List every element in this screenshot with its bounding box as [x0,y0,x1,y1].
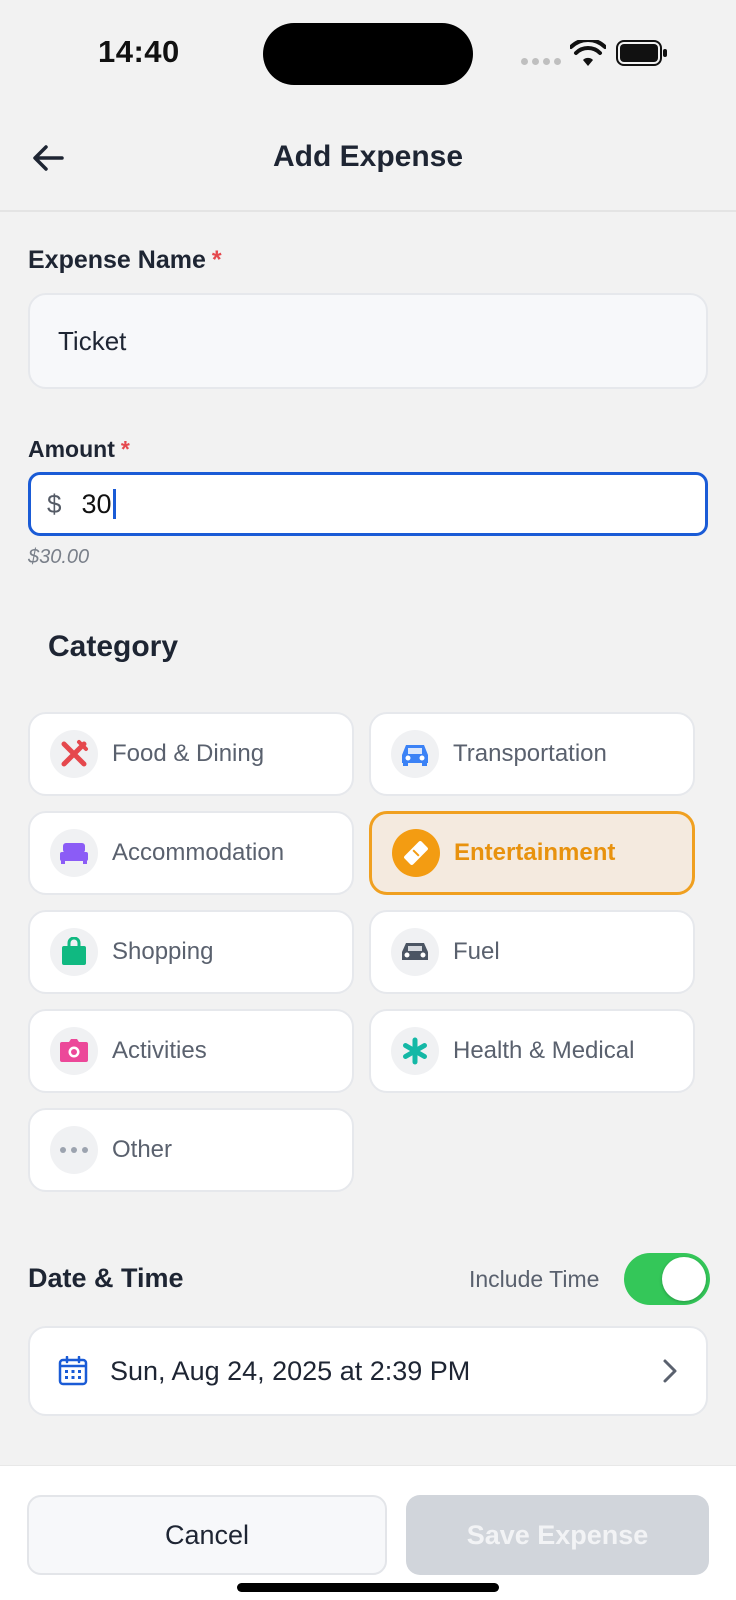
car-fuel-icon [391,928,439,976]
home-indicator [237,1583,499,1592]
nav-header: Add Expense [0,110,736,212]
dynamic-island [263,23,473,85]
category-label: Transportation [453,740,607,767]
category-accommodation[interactable]: Accommodation [28,811,354,895]
category-shopping[interactable]: Shopping [28,910,354,994]
status-time: 14:40 [98,34,180,69]
expense-name-value: Ticket [58,325,127,356]
utensils-icon [50,730,98,778]
chevron-right-icon [663,1359,677,1383]
category-title: Category [48,630,179,663]
include-time-label: Include Time [469,1266,600,1292]
category-activities[interactable]: Activities [28,1009,354,1093]
category-transportation[interactable]: Transportation [369,712,695,796]
shopping-bag-icon [50,928,98,976]
wifi-icon [570,40,606,66]
amount-label: Amount * [28,436,130,463]
car-icon [391,730,439,778]
status-bar: 14:40 [0,0,736,110]
required-mark: * [211,246,222,274]
category-label: Entertainment [454,839,616,866]
battery-icon [616,40,667,66]
amount-formatted: $30.00 [28,546,90,568]
calendar-icon [58,1356,88,1386]
amount-label-text: Amount [28,436,115,462]
page-title: Add Expense [272,140,464,173]
text-caret [112,489,116,519]
bed-icon [50,829,98,877]
category-label: Food & Dining [112,740,265,767]
camera-icon [50,1027,98,1075]
category-entertainment[interactable]: Entertainment [369,811,695,895]
cancel-button[interactable]: Cancel [27,1495,387,1575]
ticket-icon [392,829,440,877]
category-health-medical[interactable]: Health & Medical [369,1009,695,1093]
date-time-picker[interactable]: Sun, Aug 24, 2025 at 2:39 PM [28,1326,708,1416]
category-label: Other [112,1136,173,1163]
include-time-toggle[interactable] [624,1253,710,1305]
amount-input[interactable]: $ 30 [28,472,708,536]
category-label: Accommodation [112,839,285,866]
more-dots-icon [50,1126,98,1174]
save-expense-button[interactable]: Save Expense [406,1495,709,1575]
medical-asterisk-icon [391,1027,439,1075]
footer-bar: Cancel Save Expense [0,1465,736,1600]
date-time-value: Sun, Aug 24, 2025 at 2:39 PM [110,1355,471,1386]
toggle-knob [662,1257,706,1301]
required-mark: * [120,436,130,462]
category-label: Shopping [112,938,214,965]
currency-symbol: $ [47,488,62,519]
amount-value: 30 [81,488,112,519]
category-fuel[interactable]: Fuel [369,910,695,994]
expense-name-label: Expense Name * [28,246,222,275]
cellular-signal-icon [521,58,561,65]
category-label: Fuel [453,938,500,965]
date-time-title: Date & Time [28,1263,184,1293]
category-label: Health & Medical [453,1037,635,1064]
expense-name-label-text: Expense Name [28,246,206,274]
category-label: Activities [112,1037,207,1064]
category-food-dining[interactable]: Food & Dining [28,712,354,796]
category-other[interactable]: Other [28,1108,354,1192]
expense-name-input[interactable]: Ticket [28,293,708,389]
